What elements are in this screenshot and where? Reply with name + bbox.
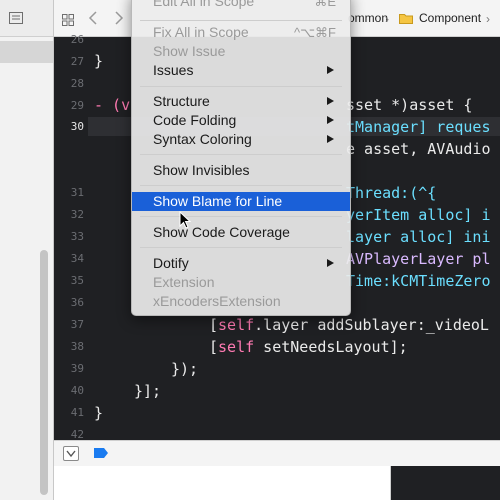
menu-item-code-folding[interactable]: Code Folding: [132, 111, 350, 130]
line-number: 28: [70, 77, 84, 90]
breadcrumb-component[interactable]: Component: [419, 11, 481, 25]
code-line: - (v: [94, 96, 131, 114]
console-view[interactable]: [391, 466, 500, 500]
menu-item-show-code-coverage[interactable]: Show Code Coverage: [132, 223, 350, 242]
debug-bar: [54, 440, 500, 467]
submenu-arrow-icon: [327, 259, 334, 267]
line-number: 40: [70, 384, 84, 397]
menu-item-extension[interactable]: Extension: [132, 273, 350, 292]
code-line: }: [94, 52, 104, 70]
menu-item-show-invisibles[interactable]: Show Invisibles: [132, 161, 350, 180]
line-number-current: 30: [70, 120, 84, 133]
navigator-toolbar: [0, 0, 53, 37]
code-line: [self setNeedsLayout];: [209, 338, 408, 356]
menu-separator: [140, 86, 342, 87]
menu-separator: [140, 247, 342, 248]
submenu-arrow-icon: [327, 116, 334, 124]
line-number: 27: [70, 55, 84, 68]
line-number: 35: [70, 274, 84, 287]
line-number: 38: [70, 340, 84, 353]
menu-item-syntax-coloring[interactable]: Syntax Coloring: [132, 130, 350, 149]
breakpoint-icon[interactable]: [94, 448, 108, 458]
breadcrumb-separator: ›: [486, 12, 490, 26]
menu-item-dotify[interactable]: Dotify: [132, 254, 350, 273]
line-number: 34: [70, 252, 84, 265]
forward-arrow-icon[interactable]: [114, 11, 124, 25]
navigator-selected-row[interactable]: [0, 41, 53, 63]
breadcrumb-separator: ›: [385, 12, 389, 26]
submenu-arrow-icon: [327, 97, 334, 105]
line-number: 39: [70, 362, 84, 375]
submenu-arrow-icon: [327, 66, 334, 74]
folder-icon: [399, 14, 413, 24]
context-menu: Edit All in Scope ⌘E Fix All in Scope ^⌥⌘F…: [131, 0, 351, 316]
line-number-gutter[interactable]: 26 27 28 29 30 31 32 33 34 35 36 37 38 3…: [54, 33, 88, 441]
hide-debug-icon[interactable]: [63, 446, 79, 461]
menu-separator: [140, 154, 342, 155]
menu-item-structure[interactable]: Structure: [132, 92, 350, 111]
menu-item-show-blame-for-line[interactable]: Show Blame for Line: [132, 192, 350, 211]
navigator-sidebar: [0, 0, 54, 500]
code-line: sset *)asset {: [346, 96, 473, 114]
submenu-arrow-icon: [327, 135, 334, 143]
code-line: Thread:(^{: [346, 184, 437, 202]
line-number: 31: [70, 186, 84, 199]
back-arrow-icon[interactable]: [88, 11, 98, 25]
menu-item-fix-all-in-scope[interactable]: Fix All in Scope ^⌥⌘F: [132, 23, 350, 42]
line-number: 36: [70, 296, 84, 309]
code-line: Time:kCMTimeZero: [346, 272, 491, 290]
line-number: 26: [70, 33, 84, 46]
grid-icon[interactable]: [62, 14, 74, 26]
code-line: e asset, AVAudio: [346, 140, 491, 158]
navigator-scrollbar[interactable]: [40, 250, 48, 495]
menu-separator: [140, 20, 342, 21]
line-number: 41: [70, 406, 84, 419]
line-number: 37: [70, 318, 84, 331]
menu-item-show-issue[interactable]: Show Issue: [132, 42, 350, 61]
menu-separator: [140, 185, 342, 186]
menu-item-issues[interactable]: Issues: [132, 61, 350, 80]
code-line: AVPlayerLayer pl: [346, 250, 491, 268]
line-number: 32: [70, 208, 84, 221]
line-number: 33: [70, 230, 84, 243]
menu-item-xencodersextension[interactable]: xEncodersExtension: [132, 292, 350, 311]
code-line: layer alloc] ini: [346, 228, 491, 246]
menu-item-edit-all-in-scope[interactable]: Edit All in Scope ⌘E: [132, 0, 350, 11]
mouse-cursor-icon: [179, 211, 192, 229]
code-line: tManager] reques: [346, 118, 491, 136]
code-line: }];: [134, 382, 162, 400]
variables-view[interactable]: [54, 466, 391, 500]
code-line: [self.layer addSublayer:_videoL: [209, 316, 489, 334]
code-line: yerItem alloc] i: [346, 206, 491, 224]
code-line: });: [171, 360, 199, 378]
menu-separator: [140, 216, 342, 217]
line-number: 29: [70, 99, 84, 112]
list-icon[interactable]: [9, 12, 23, 24]
breadcrumb-common[interactable]: ommon: [348, 11, 388, 25]
code-line: }: [94, 404, 104, 422]
